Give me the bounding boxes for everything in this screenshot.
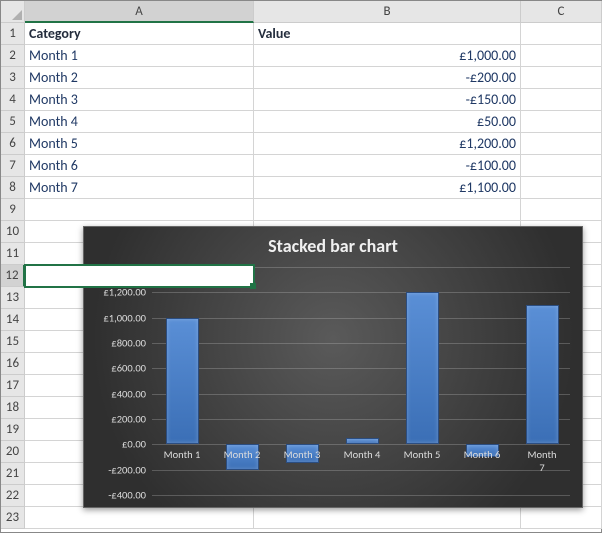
row-header-5[interactable]: 5 (1, 111, 25, 133)
cell-C3[interactable] (521, 67, 602, 89)
row-header-21[interactable]: 21 (1, 463, 25, 485)
x-tick-label: Month 2 (224, 448, 261, 461)
gridline (152, 343, 570, 344)
cell-B4[interactable]: -£150.00 (254, 89, 521, 111)
y-tick-label: £800.00 (90, 337, 146, 350)
cell-B9[interactable] (254, 199, 521, 221)
cell-C9[interactable] (521, 199, 602, 221)
row-header-22[interactable]: 22 (1, 485, 25, 507)
col-header-C[interactable]: C (521, 1, 602, 23)
cell-C2[interactable] (521, 45, 602, 67)
cell-B1[interactable]: Value (254, 23, 521, 45)
col-header-A[interactable]: A (25, 1, 254, 23)
gridline (152, 368, 570, 369)
row-header-8[interactable]: 8 (1, 177, 25, 199)
row-header-18[interactable]: 18 (1, 397, 25, 419)
cell-A23[interactable] (25, 507, 254, 529)
cell-C23[interactable] (521, 507, 602, 529)
row-header-16[interactable]: 16 (1, 353, 25, 375)
row-header-13[interactable]: 13 (1, 287, 25, 309)
x-tick-label: Month 5 (404, 448, 441, 461)
row-header-10[interactable]: 10 (1, 221, 25, 243)
row-header-9[interactable]: 9 (1, 199, 25, 221)
cell-A7[interactable]: Month 6 (25, 155, 254, 177)
gridline (152, 292, 570, 293)
y-tick-label: £600.00 (90, 362, 146, 375)
bar-month-7 (526, 305, 559, 444)
row-header-20[interactable]: 20 (1, 441, 25, 463)
cell-C8[interactable] (521, 177, 602, 199)
cell-C5[interactable] (521, 111, 602, 133)
y-tick-label: -£400.00 (90, 489, 146, 502)
row-header-17[interactable]: 17 (1, 375, 25, 397)
row-header-3[interactable]: 3 (1, 67, 25, 89)
gridline (152, 318, 570, 319)
gridline (152, 444, 570, 445)
gridline (152, 394, 570, 395)
cell-A9[interactable] (25, 199, 254, 221)
chart-plot-area: -£400.00-£200.00£0.00£200.00£400.00£600.… (152, 267, 570, 493)
cell-A5[interactable]: Month 4 (25, 111, 254, 133)
cell-B5[interactable]: £50.00 (254, 111, 521, 133)
y-tick-label: £400.00 (90, 387, 146, 400)
row-header-7[interactable]: 7 (1, 155, 25, 177)
cell-B23[interactable] (254, 507, 521, 529)
select-all-corner[interactable] (1, 1, 25, 23)
cell-A8[interactable]: Month 7 (25, 177, 254, 199)
cell-B7[interactable]: -£100.00 (254, 155, 521, 177)
row-header-1[interactable]: 1 (1, 23, 25, 45)
y-tick-label: £0.00 (90, 438, 146, 451)
row-header-19[interactable]: 19 (1, 419, 25, 441)
cell-B6[interactable]: £1,200.00 (254, 133, 521, 155)
cell-C4[interactable] (521, 89, 602, 111)
bar-month-4 (346, 438, 379, 444)
cell-C1[interactable] (521, 23, 602, 45)
bar-month-5 (406, 292, 439, 444)
cell-A2[interactable]: Month 1 (25, 45, 254, 67)
x-tick-label: Month 7 (528, 448, 557, 474)
chart-title: Stacked bar chart (84, 227, 582, 259)
cell-B8[interactable]: £1,100.00 (254, 177, 521, 199)
row-header-15[interactable]: 15 (1, 331, 25, 353)
row-header-11[interactable]: 11 (1, 243, 25, 265)
cell-C7[interactable] (521, 155, 602, 177)
y-tick-label: £1,200.00 (90, 286, 146, 299)
row-header-12[interactable]: 12 (1, 265, 25, 287)
row-header-2[interactable]: 2 (1, 45, 25, 67)
row-header-6[interactable]: 6 (1, 133, 25, 155)
gridline (152, 495, 570, 496)
cell-A12[interactable] (25, 265, 254, 287)
cell-A4[interactable]: Month 3 (25, 89, 254, 111)
cell-A3[interactable]: Month 2 (25, 67, 254, 89)
gridline (152, 470, 570, 471)
y-tick-label: -£200.00 (90, 463, 146, 476)
x-tick-label: Month 6 (464, 448, 501, 461)
row-header-14[interactable]: 14 (1, 309, 25, 331)
x-tick-label: Month 1 (164, 448, 201, 461)
gridline (152, 419, 570, 420)
x-tick-label: Month 4 (344, 448, 381, 461)
x-tick-label: Month 3 (284, 448, 321, 461)
cell-B2[interactable]: £1,000.00 (254, 45, 521, 67)
cell-A6[interactable]: Month 5 (25, 133, 254, 155)
bar-month-1 (166, 318, 199, 445)
y-tick-label: £200.00 (90, 413, 146, 426)
cell-A1[interactable]: Category (25, 23, 254, 45)
cell-B3[interactable]: -£200.00 (254, 67, 521, 89)
row-header-4[interactable]: 4 (1, 89, 25, 111)
cell-C6[interactable] (521, 133, 602, 155)
row-header-23[interactable]: 23 (1, 507, 25, 529)
y-tick-label: £1,000.00 (90, 311, 146, 324)
col-header-B[interactable]: B (254, 1, 521, 23)
